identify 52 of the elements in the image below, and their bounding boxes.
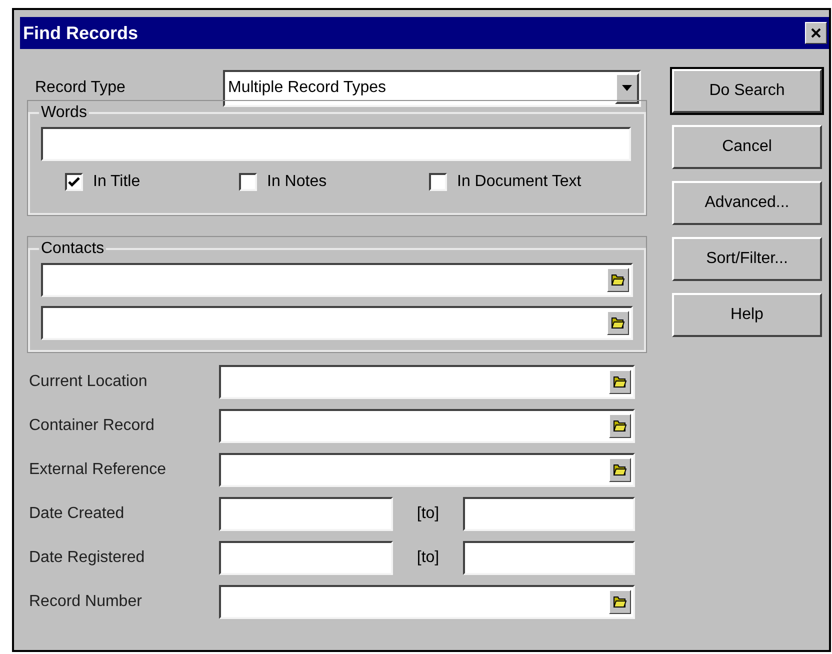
record-type-dropdown[interactable]: Multiple Record Types bbox=[223, 70, 641, 106]
folder-icon bbox=[613, 376, 627, 388]
browse-button[interactable] bbox=[607, 268, 629, 292]
date-to-field[interactable] bbox=[463, 497, 635, 531]
check-icon bbox=[68, 177, 80, 187]
field-label: Record Number bbox=[29, 592, 143, 612]
browse-button[interactable] bbox=[609, 414, 631, 438]
checkbox[interactable] bbox=[239, 173, 257, 191]
dialog-button[interactable]: Sort/Filter... bbox=[672, 237, 822, 281]
checkbox[interactable] bbox=[65, 173, 83, 191]
folder-icon bbox=[613, 596, 627, 608]
caret-icon bbox=[622, 85, 632, 91]
close-icon bbox=[811, 28, 821, 38]
dialog-button[interactable]: Do Search bbox=[672, 69, 822, 113]
record-type-label: Record Type bbox=[35, 78, 126, 98]
folder-icon bbox=[613, 420, 627, 432]
date-from-field[interactable] bbox=[219, 541, 393, 575]
range-separator: [to] bbox=[416, 548, 440, 568]
field-label: Date Registered bbox=[29, 548, 146, 568]
browse-button[interactable] bbox=[607, 311, 629, 335]
range-separator: [to] bbox=[416, 504, 440, 524]
checkbox[interactable] bbox=[429, 173, 447, 191]
lookup-field[interactable] bbox=[219, 409, 635, 443]
field-label: External Reference bbox=[29, 460, 167, 480]
field-label: Current Location bbox=[29, 372, 148, 392]
checkbox-option[interactable]: In Title bbox=[65, 170, 239, 194]
words-field[interactable] bbox=[41, 127, 631, 161]
lookup-field[interactable] bbox=[41, 306, 633, 340]
group-legend: Words bbox=[39, 101, 89, 125]
lookup-field[interactable] bbox=[219, 365, 635, 399]
date-from-field[interactable] bbox=[219, 497, 393, 531]
browse-button[interactable] bbox=[609, 458, 631, 482]
dropdown-arrow-button[interactable] bbox=[615, 72, 639, 104]
browse-button[interactable] bbox=[609, 370, 631, 394]
group-legend: Contacts bbox=[39, 237, 106, 261]
close-button[interactable] bbox=[805, 22, 827, 44]
lookup-field[interactable] bbox=[219, 453, 635, 487]
checkbox-option[interactable]: In Document Text bbox=[429, 170, 582, 194]
lookup-field[interactable] bbox=[41, 263, 633, 297]
folder-icon bbox=[613, 464, 627, 476]
field-label: Date Created bbox=[29, 504, 126, 524]
browse-button[interactable] bbox=[609, 590, 631, 614]
field-label: Container Record bbox=[29, 416, 156, 436]
dialog-button[interactable]: Help bbox=[672, 293, 822, 337]
checkbox-option[interactable]: In Notes bbox=[239, 170, 429, 194]
dialog-button[interactable]: Advanced... bbox=[672, 181, 822, 225]
folder-icon bbox=[611, 274, 625, 286]
folder-icon bbox=[611, 317, 625, 329]
window-title: Find Records bbox=[23, 22, 138, 44]
dialog-button[interactable]: Cancel bbox=[672, 125, 822, 169]
date-to-field[interactable] bbox=[463, 541, 635, 575]
lookup-field[interactable] bbox=[219, 585, 635, 619]
